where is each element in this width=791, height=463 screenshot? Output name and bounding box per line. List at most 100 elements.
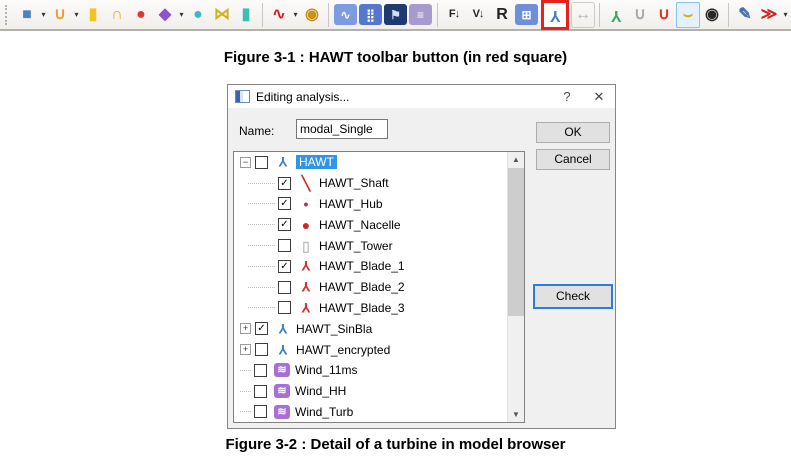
tree-row[interactable]: YHAWT_Blade_3 [234,298,524,319]
force-display-button[interactable]: F↓ [442,2,466,28]
plot-animation-icon: ∿ [340,9,350,21]
rigid-body-button[interactable]: ■ [15,2,39,28]
dropdown-arrow-icon[interactable]: ▾ [39,10,48,19]
tree-scrollbar[interactable]: ▲ ▼ [507,152,524,422]
tree-item-label[interactable]: HAWT_SinBla [296,322,372,336]
tree-item-label[interactable]: Wind_HH [295,384,346,398]
hourglass-icon: ⋈ [214,7,230,23]
toolbar-drag-handle[interactable] [5,5,10,25]
tree-row[interactable]: ≋Wind_Turb [234,402,524,423]
ok-button[interactable]: OK [536,122,610,143]
tree-item-label[interactable]: HAWT_Blade_3 [319,301,405,315]
dropdown-arrow-icon[interactable]: ▾ [291,10,300,19]
tree-item-label[interactable]: HAWT_Blade_1 [319,259,405,273]
tree-row[interactable]: +✓YHAWT_SinBla [234,318,524,339]
expand-toggle[interactable]: − [240,157,251,168]
cylinder-icon: ▮ [89,7,98,23]
tree-item-label[interactable]: HAWT_encrypted [296,343,390,357]
damper-button[interactable]: ◉ [300,2,324,28]
tree-row[interactable]: ✓╲HAWT_Shaft [234,173,524,194]
expand-toggle[interactable]: + [240,323,251,334]
tree-connector [248,287,275,288]
dropdown-arrow-icon[interactable]: ▾ [177,10,186,19]
checkbox[interactable] [278,301,291,314]
checkbox[interactable] [255,343,268,356]
tree-row[interactable]: ✓YHAWT_Blade_1 [234,256,524,277]
tree-row[interactable]: ▯ HAWT_Tower [234,235,524,256]
banana-curve-button[interactable]: ⌣ [676,2,700,28]
model-tree[interactable]: −YHAWT✓╲HAWT_Shaft✓•HAWT_Hub✓●HAWT_Nacel… [233,151,525,423]
path-red-button[interactable]: ∪ [652,2,676,28]
tree-row[interactable]: ✓•HAWT_Hub [234,194,524,215]
axes-tree-icon: Y [611,7,622,23]
toolbar-separator [262,3,263,27]
tree-connector [248,183,275,184]
tree-row[interactable]: ≋Wind_11ms [234,360,524,381]
scroll-down-icon[interactable]: ▼ [508,407,524,422]
tree-item-label[interactable]: HAWT_Shaft [319,176,389,190]
tree-item-label[interactable]: HAWT_Tower [319,239,393,253]
plot-multiple-button[interactable]: ⣿ [359,4,382,25]
hawt-button[interactable]: Y [541,0,569,30]
scrollbar-thumb[interactable] [508,168,524,316]
checkbox[interactable]: ✓ [278,197,291,210]
expand-toggle[interactable]: + [240,344,251,355]
tree-row[interactable]: ≋Wind_HH [234,381,524,402]
hourglass-button[interactable]: ⋈ [210,2,234,28]
velocity-display-icon: V↓ [473,9,484,20]
cylinder-button[interactable]: ▮ [81,2,105,28]
marker-display-button[interactable]: R [490,2,514,28]
tower-icon: ▯ [297,239,315,253]
cancel-button[interactable]: Cancel [536,149,610,170]
dropdown-arrow-icon[interactable]: ▾ [72,10,81,19]
checkbox[interactable] [254,385,267,398]
capsule-button[interactable]: ● [186,2,210,28]
tree-row[interactable]: ✓●HAWT_Nacelle [234,214,524,235]
tree-row[interactable]: +YHAWT_encrypted [234,339,524,360]
check-button[interactable]: Check [533,284,613,309]
name-input[interactable] [296,119,388,139]
spring-button[interactable]: ∿ [267,2,291,28]
scroll-up-icon[interactable]: ▲ [508,152,524,167]
checkbox[interactable]: ✓ [278,177,291,190]
bushing-button[interactable]: ∪ [48,2,72,28]
help-button[interactable]: ? [551,85,583,108]
path-gray-button[interactable]: ∪ [628,2,652,28]
checkbox[interactable] [278,281,291,294]
tree-item-label[interactable]: HAWT [296,155,337,169]
tree-item-label[interactable]: HAWT_Nacelle [319,218,401,232]
pill-button[interactable]: ▮ [234,2,258,28]
dialog-titlebar[interactable]: Editing analysis... ? ✕ [228,85,615,108]
compass-button[interactable]: ◉ [700,2,724,28]
grid-plot-button[interactable]: ⊞ [515,4,538,25]
page: ■▾∪▾▮∩●◆▾●⋈▮∿▾◉∿⣿⚑≡F↓V↓R⊞Y↔Y∪∪⌣◉✎≫▾ Figu… [0,0,791,463]
tree-item-label[interactable]: Wind_11ms [295,363,357,377]
tree-row[interactable]: −YHAWT [234,152,524,173]
checkbox[interactable] [254,405,267,418]
checkbox[interactable]: ✓ [278,218,291,231]
checkbox[interactable] [254,364,267,377]
close-icon[interactable]: ✕ [583,85,615,108]
plot-animation-button[interactable]: ∿ [334,4,357,25]
tree-item-label[interactable]: HAWT_Blade_2 [319,280,405,294]
run-batch-button[interactable]: ≫ [757,2,781,28]
checkbox[interactable]: ✓ [278,260,291,273]
sphere-contact-button[interactable]: ● [129,2,153,28]
sketch-button[interactable]: ✎ [733,2,757,28]
dropdown-arrow-icon[interactable]: ▾ [781,10,790,19]
tree-row[interactable]: YHAWT_Blade_2 [234,277,524,298]
bushing-icon: ∪ [54,7,66,23]
checkbox[interactable] [278,239,291,252]
axes-tree-button[interactable]: Y [604,2,628,28]
dynamic-button[interactable]: ≡ [409,4,432,25]
arch-joint-button[interactable]: ∩ [105,2,129,28]
tree-item-label[interactable]: Wind_Turb [295,405,353,419]
report-button[interactable]: ⚑ [384,4,407,25]
tree-item-label[interactable]: HAWT_Hub [319,197,383,211]
velocity-display-button[interactable]: V↓ [466,2,490,28]
fit-width-button[interactable]: ↔ [571,2,595,28]
checkbox[interactable]: ✓ [255,322,268,335]
checkbox[interactable] [255,156,268,169]
spinner-button[interactable]: ◆ [153,2,177,28]
arch-joint-icon: ∩ [111,7,123,23]
